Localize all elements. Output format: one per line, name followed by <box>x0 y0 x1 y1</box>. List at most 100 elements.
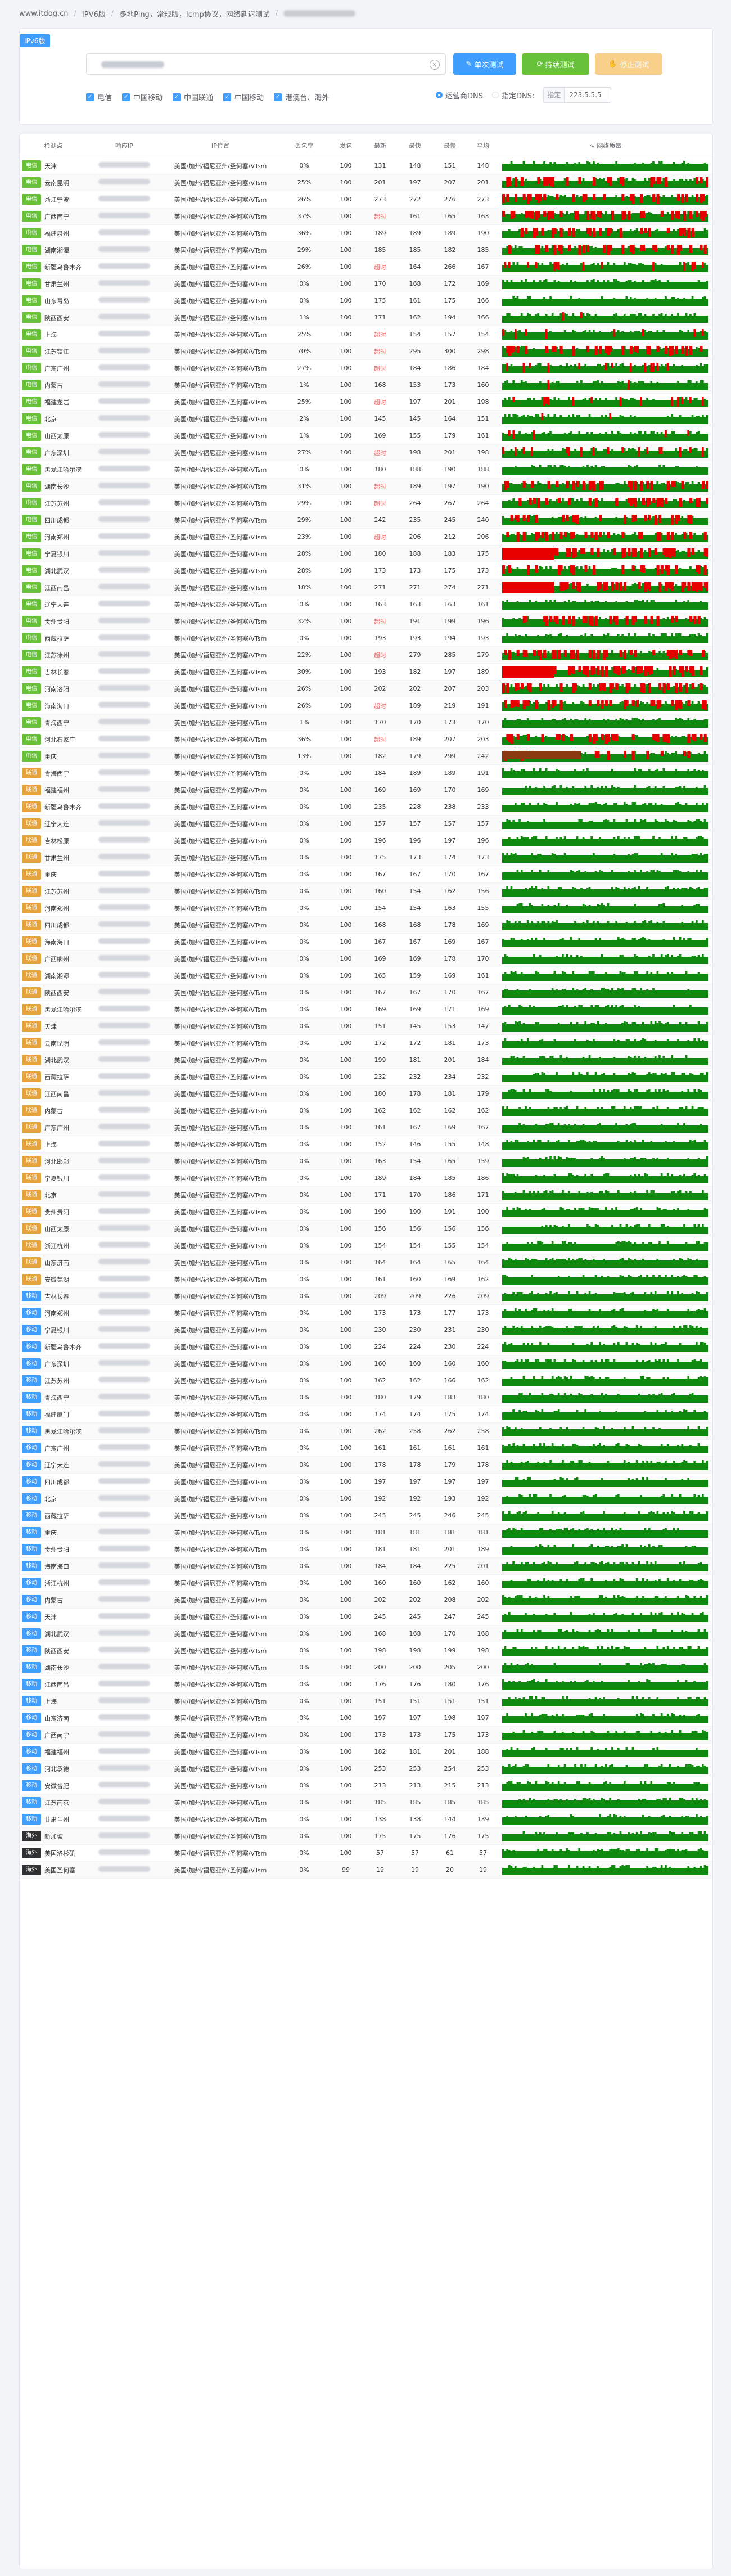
quality-tick <box>634 870 636 872</box>
quality-tick <box>568 1257 570 1260</box>
quality-tick <box>547 448 550 451</box>
dns-custom-radio[interactable]: 指定DNS: <box>492 90 534 101</box>
quality-tick <box>566 1578 568 1581</box>
breadcrumb-normal[interactable]: 常规版 <box>157 8 179 19</box>
quality-ok-band <box>502 534 708 542</box>
stop-test-button[interactable]: ✋ 停止测试 <box>595 53 662 75</box>
ip-cell <box>87 967 161 984</box>
quality-loss-spike <box>621 565 625 574</box>
quality-tick <box>654 802 657 805</box>
location-name: 山西太原 <box>44 432 69 440</box>
header-quality[interactable]: ∿ 网络质量 <box>499 134 712 157</box>
quality-tick <box>525 1359 527 1362</box>
quality-tick <box>675 499 678 501</box>
quality-tick <box>508 836 511 839</box>
filter-overseas[interactable]: ✓ 港澳台、海外 <box>274 92 329 102</box>
quality-tick <box>660 953 663 957</box>
header-max[interactable]: 最慢 <box>432 134 467 157</box>
quality-tick <box>671 1510 673 1514</box>
isp-badge: 移动 <box>22 1358 41 1369</box>
breadcrumb-icmp[interactable]: Icmp协议 <box>186 8 219 19</box>
filter-mobile[interactable]: ✓ 中国移动 <box>122 92 163 102</box>
header-geo[interactable]: IP位置 <box>161 134 279 157</box>
quality-tick <box>603 1343 605 1345</box>
quality-tick <box>706 633 708 636</box>
isp-badge: 移动 <box>22 1291 41 1301</box>
breadcrumb-multiping[interactable]: 多地Ping <box>119 8 150 19</box>
single-test-button[interactable]: ✎ 单次测试 <box>453 53 516 75</box>
quality-cell <box>499 984 712 1001</box>
breadcrumb-latency[interactable]: 网络延迟测试 <box>226 8 270 19</box>
quality-cell <box>499 1490 712 1507</box>
ip-redacted <box>98 871 150 876</box>
header-location[interactable]: 检测点 <box>20 134 87 157</box>
sent-cell: 100 <box>329 1017 363 1035</box>
quality-tick <box>551 1241 554 1244</box>
clear-icon[interactable]: × <box>430 60 440 70</box>
quality-tick <box>551 1122 554 1125</box>
quality-tick <box>541 1562 544 1564</box>
quality-tick <box>512 1409 515 1412</box>
quality-tick <box>621 954 624 957</box>
quality-tick <box>654 1358 657 1362</box>
quality-tick <box>693 1545 696 1547</box>
quality-tick <box>520 1494 523 1497</box>
quality-tick <box>570 1393 572 1395</box>
max-cell: 247 <box>432 1608 467 1625</box>
quality-tick <box>631 854 634 855</box>
location-cell: 电信 江苏徐州 <box>20 646 87 664</box>
last-cell: 181 <box>363 1541 398 1558</box>
isp-badge: 移动 <box>22 1409 41 1420</box>
geo-cell: 美国/加州/福尼亚州/圣何塞/VTsm <box>161 1709 279 1727</box>
quality-tick <box>578 1528 581 1530</box>
dns-carrier-radio[interactable]: 运营商DNS <box>436 90 483 101</box>
breadcrumb-site[interactable]: www.itdog.cn <box>19 10 69 18</box>
quality-tick <box>656 1157 659 1159</box>
quality-loss-spike <box>646 750 649 759</box>
quality-tick <box>522 1342 525 1345</box>
geo-cell: 美国/加州/福尼亚州/圣何塞/VTsm <box>161 629 279 647</box>
header-min[interactable]: 最快 <box>398 134 432 157</box>
quality-tick <box>648 938 651 940</box>
loss-cell: 0% <box>279 1524 329 1541</box>
target-input[interactable]: × <box>86 53 446 75</box>
filter-telecom[interactable]: ✓ 电信 <box>86 92 112 102</box>
quality-loss-spike <box>611 582 615 591</box>
quality-tick <box>531 1258 533 1260</box>
dns-input[interactable]: 指定 223.5.5.5 <box>543 87 612 103</box>
loss-cell: 13% <box>279 747 329 765</box>
quality-tick <box>512 1207 515 1210</box>
location-cell: 电信 陕西西安 <box>20 309 87 326</box>
filter-mobile-2[interactable]: ✓ 中国移动 <box>223 92 264 102</box>
quality-tick <box>625 803 628 805</box>
quality-tick <box>562 1681 564 1682</box>
quality-tick <box>644 550 647 552</box>
quality-tick <box>638 1628 640 1632</box>
quality-tick <box>648 1697 651 1699</box>
quality-tick <box>603 1714 605 1716</box>
header-loss[interactable]: 丢包率 <box>279 134 329 157</box>
header-avg[interactable]: 平均 <box>467 134 499 157</box>
max-cell: 191 <box>432 1203 467 1221</box>
quality-tick <box>576 1021 579 1024</box>
filter-unicom[interactable]: ✓ 中国联通 <box>173 92 213 102</box>
sent-cell: 100 <box>329 1338 363 1355</box>
quality-tick <box>621 331 624 332</box>
loss-cell: 25% <box>279 174 329 191</box>
quality-tick <box>644 1173 647 1176</box>
header-sent[interactable]: 发包 <box>329 134 363 157</box>
quality-tick <box>543 161 545 164</box>
quality-loss-spike <box>700 683 703 690</box>
quality-cell <box>499 1085 712 1102</box>
geo-cell: 美国/加州/福尼亚州/圣何塞/VTsm <box>161 663 279 681</box>
breadcrumb-ipv6[interactable]: IPV6版 <box>82 8 106 19</box>
quality-tick <box>696 869 698 872</box>
quality-tick <box>642 1258 644 1260</box>
header-ip[interactable]: 响应IP <box>87 134 161 157</box>
quality-tick <box>662 650 665 653</box>
header-last[interactable]: 最新 <box>363 134 398 157</box>
continuous-test-button[interactable]: ⟳ 持续测试 <box>522 53 589 75</box>
quality-tick <box>634 599 636 602</box>
last-cell: 超时 <box>363 528 398 546</box>
quality-tick <box>599 1443 601 1446</box>
